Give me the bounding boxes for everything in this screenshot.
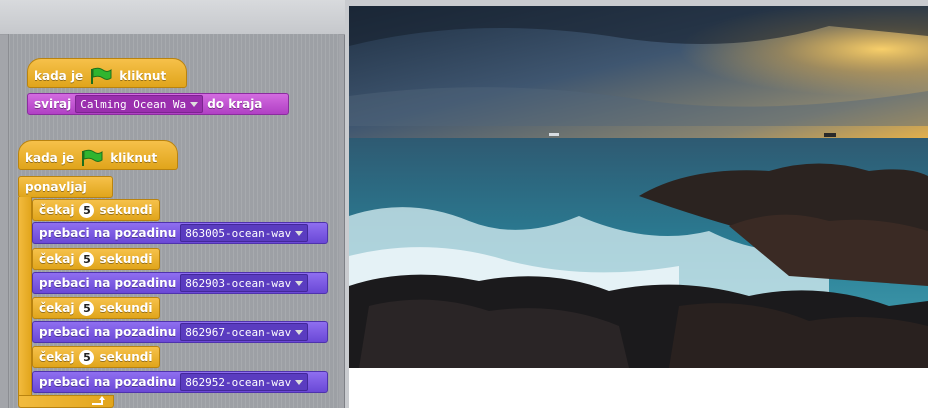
switch-backdrop-block-3[interactable]: prebaci na pozadinu 862967-ocean-wav xyxy=(32,321,328,343)
backdrop-dropdown[interactable]: 863005-ocean-wav xyxy=(180,224,309,242)
when-flag-clicked-hat-1[interactable]: kada je kliknut xyxy=(27,58,187,88)
backdrop-dropdown[interactable]: 862952-ocean-wav xyxy=(180,373,309,391)
stage-backdrop-ocean-image xyxy=(349,6,928,368)
wait-block-4[interactable]: čekaj 5 sekundi xyxy=(32,346,160,368)
play-sound-label: sviraj xyxy=(34,97,72,111)
switch-backdrop-block-4[interactable]: prebaci na pozadinu 862952-ocean-wav xyxy=(32,371,328,393)
wait-block-3[interactable]: čekaj 5 sekundi xyxy=(32,297,160,319)
stage[interactable] xyxy=(349,6,928,408)
wait-label: čekaj xyxy=(39,203,75,217)
dropdown-arrow-icon xyxy=(295,329,304,335)
scripts-toolbar xyxy=(0,0,345,35)
dropdown-arrow-icon xyxy=(295,280,304,286)
wait-seconds-input[interactable]: 5 xyxy=(79,349,95,365)
dropdown-arrow-icon xyxy=(295,379,304,385)
green-flag-icon xyxy=(91,67,112,84)
backdrop-dropdown-value: 862952-ocean-wav xyxy=(185,375,292,389)
wait-block-2[interactable]: čekaj 5 sekundi xyxy=(32,248,160,270)
switch-backdrop-label: prebaci na pozadinu xyxy=(39,276,177,290)
wait-unit: sekundi xyxy=(99,252,153,266)
switch-backdrop-label: prebaci na pozadinu xyxy=(39,325,177,339)
wait-label: čekaj xyxy=(39,301,75,315)
sound-dropdown[interactable]: Calming Ocean Wa xyxy=(75,95,204,113)
hat-text-before: kada je xyxy=(34,69,84,83)
forever-c-arm xyxy=(18,197,32,397)
backdrop-dropdown-value: 862903-ocean-wav xyxy=(185,276,292,290)
backdrop-dropdown[interactable]: 862903-ocean-wav xyxy=(180,274,309,292)
wait-block-1[interactable]: čekaj 5 sekundi xyxy=(32,199,160,221)
switch-backdrop-block-2[interactable]: prebaci na pozadinu 862903-ocean-wav xyxy=(32,272,328,294)
backdrop-dropdown-value: 862967-ocean-wav xyxy=(185,325,292,339)
forever-block[interactable]: ponavljaj xyxy=(18,176,113,198)
scripts-area: kada je kliknut sviraj Calming Ocean Wa … xyxy=(0,0,345,408)
forever-label: ponavljaj xyxy=(25,180,87,194)
switch-backdrop-block-1[interactable]: prebaci na pozadinu 863005-ocean-wav xyxy=(32,222,328,244)
dropdown-arrow-icon xyxy=(190,101,199,107)
wait-seconds-input[interactable]: 5 xyxy=(79,300,95,316)
loop-arrow-icon xyxy=(92,396,105,405)
wait-unit: sekundi xyxy=(99,350,153,364)
sound-dropdown-value: Calming Ocean Wa xyxy=(80,97,187,111)
wait-seconds-input[interactable]: 5 xyxy=(79,202,95,218)
wait-unit: sekundi xyxy=(99,301,153,315)
wait-label: čekaj xyxy=(39,350,75,364)
play-sound-until-done-block[interactable]: sviraj Calming Ocean Wa do kraja xyxy=(27,93,289,115)
when-flag-clicked-hat-2[interactable]: kada je kliknut xyxy=(18,140,178,170)
dropdown-arrow-icon xyxy=(295,230,304,236)
switch-backdrop-label: prebaci na pozadinu xyxy=(39,375,177,389)
wait-unit: sekundi xyxy=(99,203,153,217)
wait-label: čekaj xyxy=(39,252,75,266)
wait-seconds-input[interactable]: 5 xyxy=(79,251,95,267)
hat-text-before: kada je xyxy=(25,151,75,165)
backdrop-dropdown-value: 863005-ocean-wav xyxy=(185,226,292,240)
switch-backdrop-label: prebaci na pozadinu xyxy=(39,226,177,240)
backdrop-dropdown[interactable]: 862967-ocean-wav xyxy=(180,323,309,341)
hat-text-after: kliknut xyxy=(119,69,167,83)
play-sound-suffix: do kraja xyxy=(207,97,263,111)
green-flag-icon xyxy=(82,149,103,166)
hat-text-after: kliknut xyxy=(110,151,158,165)
